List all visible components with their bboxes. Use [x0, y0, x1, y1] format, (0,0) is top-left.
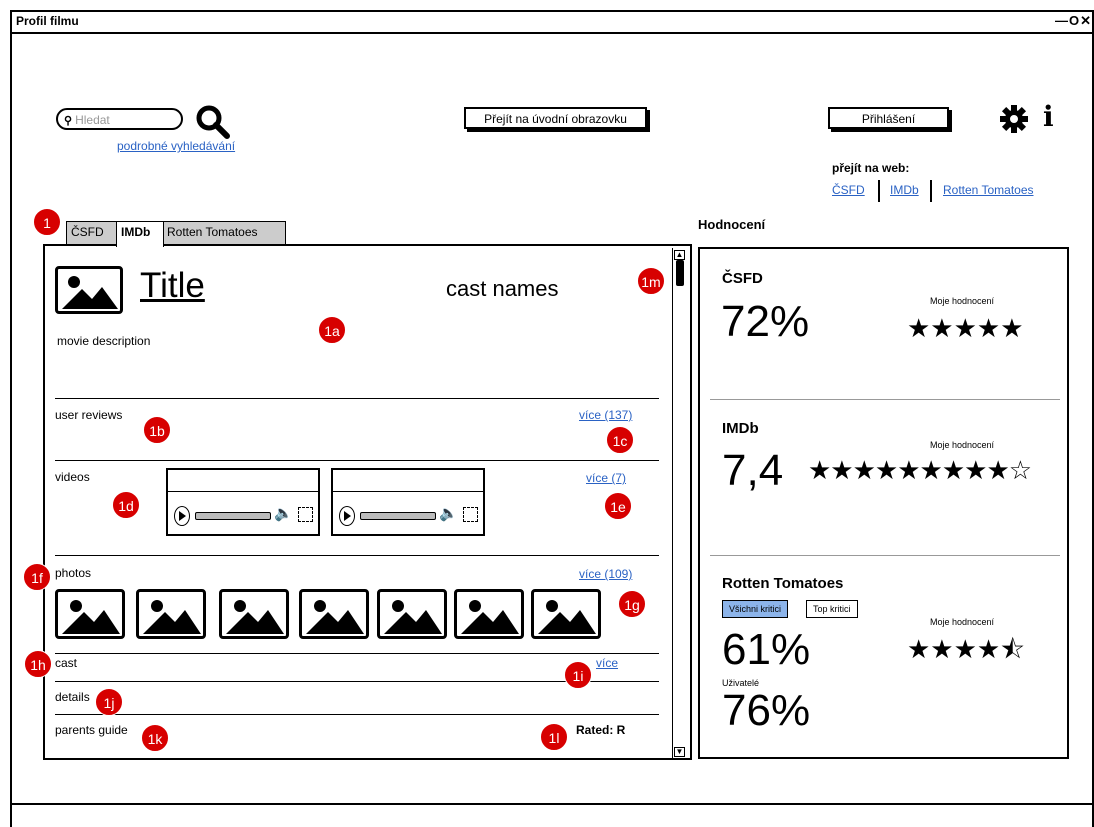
photo-thumbnail[interactable] — [531, 589, 601, 639]
details-label[interactable]: details — [55, 690, 90, 704]
search-placeholder: Hledat — [75, 113, 110, 127]
cast-names: cast names — [446, 276, 559, 301]
csfd-score: 72% — [721, 297, 810, 346]
tab-rotten-tomatoes[interactable]: Rotten Tomatoes — [162, 221, 286, 245]
annotation-badge: 1 — [33, 208, 61, 236]
imdb-rating-name: IMDb — [722, 420, 759, 437]
web-link-rotten-tomatoes[interactable]: Rotten Tomatoes — [943, 183, 1034, 197]
my-rating-label: Moje hodnocení — [930, 296, 995, 306]
annotation-badge: 1m — [637, 267, 665, 295]
web-link-csfd[interactable]: ČSFD — [832, 183, 865, 197]
ratings-section-title: Hodnocení — [698, 217, 766, 232]
info-icon[interactable]: i — [1043, 100, 1054, 133]
home-button[interactable]: Přejít na úvodní obrazovku — [464, 107, 647, 129]
login-button[interactable]: Přihlášení — [828, 107, 949, 129]
search-icon[interactable] — [195, 104, 231, 140]
cast-more-link[interactable]: více — [596, 656, 618, 670]
status-divider — [10, 803, 1094, 805]
search-small-icon: ⚲ — [64, 114, 73, 127]
annotation-badge: 1h — [24, 650, 52, 678]
play-icon[interactable] — [339, 506, 355, 526]
annotation-badge: 1k — [141, 724, 169, 752]
top-critics-toggle[interactable]: Top kritici — [806, 600, 858, 618]
all-critics-toggle[interactable]: Všichni kritici — [722, 600, 789, 618]
window-title: Profil filmu — [16, 14, 79, 28]
fullscreen-icon[interactable] — [298, 507, 313, 522]
rating-label: Rated: R — [576, 723, 626, 737]
divider — [55, 653, 659, 654]
scrollbar[interactable] — [672, 248, 687, 758]
tab-csfd[interactable]: ČSFD — [66, 221, 118, 245]
annotation-badge: 1f — [23, 563, 51, 591]
scroll-thumb[interactable] — [676, 260, 684, 286]
photo-thumbnail[interactable] — [219, 589, 289, 639]
photo-thumbnail[interactable] — [454, 589, 524, 639]
title-bar: Profil filmu —O✕ — [12, 12, 1094, 34]
progress-bar[interactable] — [360, 512, 436, 520]
video-player[interactable]: 🔈 — [331, 468, 485, 536]
progress-bar[interactable] — [195, 512, 271, 520]
annotation-badge: 1j — [95, 688, 123, 716]
fullscreen-icon[interactable] — [463, 507, 478, 522]
csfd-my-stars[interactable]: ★★★★★ — [907, 316, 1024, 342]
videos-label: videos — [55, 470, 90, 484]
divider — [55, 555, 659, 556]
divider — [55, 714, 659, 715]
cast-label: cast — [55, 656, 78, 670]
annotation-badge: 1l — [540, 723, 568, 751]
volume-icon[interactable]: 🔈 — [274, 504, 293, 522]
play-icon[interactable] — [174, 506, 190, 526]
divider — [710, 555, 1060, 556]
movie-title[interactable]: Title — [140, 266, 205, 306]
annotation-badge: 1i — [564, 661, 592, 689]
photo-thumbnail[interactable] — [55, 589, 125, 639]
my-rating-label: Moje hodnocení — [930, 617, 995, 627]
csfd-rating-name: ČSFD — [722, 270, 763, 287]
scroll-up-icon[interactable]: ▲ — [674, 250, 685, 260]
divider — [710, 399, 1060, 400]
link-separator — [878, 180, 880, 202]
rt-critics-score: 61% — [722, 625, 811, 674]
window-controls[interactable]: —O✕ — [1055, 13, 1092, 29]
parents-guide-label[interactable]: parents guide — [55, 723, 128, 737]
tab-imdb[interactable]: IMDb — [116, 221, 164, 247]
user-reviews-label: user reviews — [55, 408, 123, 422]
divider — [55, 398, 659, 399]
rt-rating-name: Rotten Tomatoes — [722, 575, 844, 592]
rt-my-stars[interactable]: ★★★★⯪ — [907, 637, 1025, 663]
video-player[interactable]: 🔈 — [166, 468, 320, 536]
poster-image-icon — [55, 266, 123, 314]
annotation-badge: 1e — [604, 492, 632, 520]
annotation-badge: 1b — [143, 416, 171, 444]
search-input[interactable]: ⚲ Hledat — [56, 108, 183, 130]
video-screen — [168, 470, 318, 492]
my-rating-label: Moje hodnocení — [930, 440, 995, 450]
photo-thumbnail[interactable] — [377, 589, 447, 639]
photos-more-link[interactable]: více (109) — [579, 567, 632, 581]
divider — [55, 460, 659, 461]
movie-description: movie description — [57, 334, 151, 348]
web-link-imdb[interactable]: IMDb — [890, 183, 919, 197]
videos-more-link[interactable]: více (7) — [586, 471, 626, 485]
advanced-search-link[interactable]: podrobné vyhledávání — [117, 139, 235, 153]
imdb-score: 7,4 — [722, 446, 784, 495]
photo-thumbnail[interactable] — [299, 589, 369, 639]
goto-web-label: přejít na web: — [832, 161, 910, 175]
photo-thumbnail[interactable] — [136, 589, 206, 639]
user-reviews-more-link[interactable]: více (137) — [579, 408, 632, 422]
gear-icon[interactable] — [999, 104, 1029, 134]
volume-icon[interactable]: 🔈 — [439, 504, 458, 522]
rt-users-score: 76% — [722, 686, 811, 735]
photos-label: photos — [55, 566, 92, 580]
link-separator — [930, 180, 932, 202]
imdb-my-stars[interactable]: ★★★★★★★★★☆ — [808, 458, 1032, 484]
annotation-badge: 1a — [318, 316, 346, 344]
annotation-badge: 1d — [112, 491, 140, 519]
annotation-badge: 1g — [618, 590, 646, 618]
video-screen — [333, 470, 483, 492]
scroll-down-icon[interactable]: ▼ — [674, 747, 685, 757]
annotation-badge: 1c — [606, 426, 634, 454]
